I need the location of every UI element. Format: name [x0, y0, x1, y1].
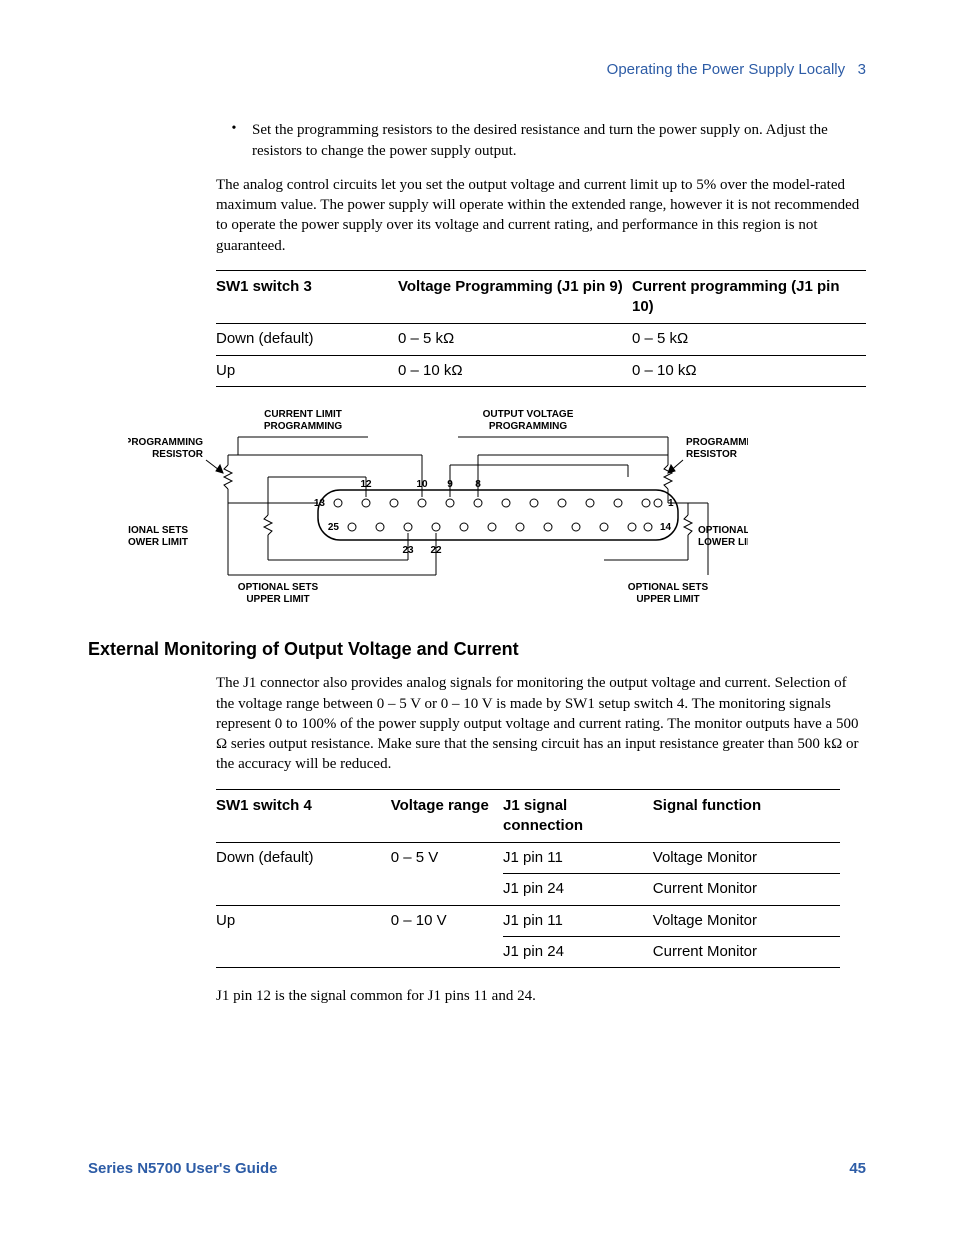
label-optional-upper: OPTIONAL SETS	[238, 582, 319, 593]
label-resistor: RESISTOR	[152, 449, 204, 460]
label-optional-lower: OPTIONAL SETS	[128, 525, 188, 536]
cell: Up	[216, 905, 391, 968]
label-upper-limit: UPPER LIMIT	[246, 594, 309, 605]
label-programming-resistor: PROGRAMMING	[686, 437, 748, 448]
connector-diagram: CURRENT LIMIT PROGRAMMING OUTPUT VOLTAGE…	[128, 405, 866, 611]
cell: 0 – 5 kΩ	[398, 324, 632, 355]
pin-label: 25	[328, 522, 340, 533]
col-header: Voltage Programming (J1 pin 9)	[398, 270, 632, 324]
table-sw1-switch4: SW1 switch 4 Voltage range J1 signal con…	[216, 789, 840, 969]
bullet-icon: •	[216, 120, 252, 161]
cell: 0 – 5 V	[391, 843, 503, 906]
table-row: Up 0 – 10 kΩ 0 – 10 kΩ	[216, 355, 866, 386]
body-paragraph: The analog control circuits let you set …	[216, 175, 866, 256]
col-header: SW1 switch 3	[216, 270, 398, 324]
chapter-number: 3	[858, 61, 866, 78]
pin-row-bottom	[348, 523, 652, 531]
section-title: Operating the Power Supply Locally	[607, 61, 845, 78]
label-optional-lower: OPTIONAL SETS	[698, 525, 748, 536]
cell: J1 pin 24	[503, 936, 653, 967]
col-header: Signal function	[653, 789, 840, 843]
table-sw1-switch3: SW1 switch 3 Voltage Programming (J1 pin…	[216, 270, 866, 387]
cell: Current Monitor	[653, 936, 840, 967]
table-row: Up 0 – 10 V J1 pin 11 Voltage Monitor	[216, 905, 840, 936]
cell: Voltage Monitor	[653, 905, 840, 936]
col-header: Current programming (J1 pin 10)	[632, 270, 866, 324]
cell: 0 – 10 V	[391, 905, 503, 968]
table-row: Down (default) 0 – 5 V J1 pin 11 Voltage…	[216, 843, 840, 874]
cell: Up	[216, 355, 398, 386]
pin-row-top	[334, 499, 662, 507]
page-number: 45	[849, 1159, 866, 1179]
running-header: Operating the Power Supply Locally 3	[88, 60, 866, 80]
cell: J1 pin 24	[503, 874, 653, 905]
label-programming: PROGRAMMING	[264, 421, 343, 432]
label-programming-resistor: PROGRAMMING	[128, 437, 203, 448]
footer-title: Series N5700 User's Guide	[88, 1159, 278, 1179]
cell: Down (default)	[216, 843, 391, 906]
cell: 0 – 5 kΩ	[632, 324, 866, 355]
label-upper-limit: UPPER LIMIT	[636, 594, 699, 605]
bullet-item: • Set the programming resistors to the d…	[216, 120, 866, 161]
cell: Current Monitor	[653, 874, 840, 905]
cell: J1 pin 11	[503, 843, 653, 874]
cell: 0 – 10 kΩ	[398, 355, 632, 386]
table-row: Down (default) 0 – 5 kΩ 0 – 5 kΩ	[216, 324, 866, 355]
label-lower-limit: LOWER LIMIT	[698, 537, 748, 548]
cell: 0 – 10 kΩ	[632, 355, 866, 386]
label-optional-upper: OPTIONAL SETS	[628, 582, 709, 593]
label-current-limit: CURRENT LIMIT	[264, 409, 342, 420]
col-header: SW1 switch 4	[216, 789, 391, 843]
label-output-voltage: OUTPUT VOLTAGE	[483, 409, 574, 420]
page-footer: Series N5700 User's Guide 45	[88, 1159, 866, 1179]
label-resistor: RESISTOR	[686, 449, 738, 460]
body-paragraph: The J1 connector also provides analog si…	[216, 673, 866, 774]
cell: J1 pin 11	[503, 905, 653, 936]
heading-external-monitoring: External Monitoring of Output Voltage an…	[88, 637, 866, 661]
label-lower-limit: LOWER LIMIT	[128, 537, 188, 548]
label-programming: PROGRAMMING	[489, 421, 568, 432]
pin-label: 14	[660, 522, 672, 533]
cell: Down (default)	[216, 324, 398, 355]
body-paragraph: J1 pin 12 is the signal common for J1 pi…	[216, 986, 866, 1006]
bullet-text: Set the programming resistors to the des…	[252, 120, 866, 161]
cell: Voltage Monitor	[653, 843, 840, 874]
col-header: J1 signal connection	[503, 789, 653, 843]
col-header: Voltage range	[391, 789, 503, 843]
